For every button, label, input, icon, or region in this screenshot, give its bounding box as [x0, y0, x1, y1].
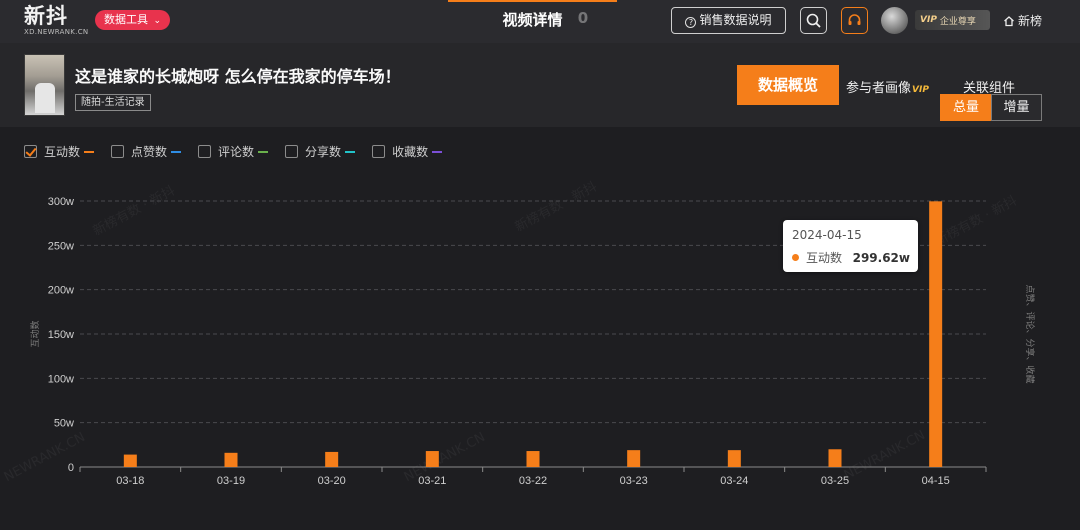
legend-line-swatch — [345, 150, 356, 153]
legend-item[interactable]: 点赞数 — [111, 143, 182, 160]
legend-label: 互动数 — [44, 145, 81, 159]
logo-domain: XD.NEWRANK.CN — [24, 28, 89, 36]
legend-item[interactable]: 分享数 — [285, 143, 356, 160]
y-tick-label: 300w — [48, 196, 74, 208]
y-tick-label: 50w — [54, 418, 74, 430]
search-button[interactable] — [800, 7, 827, 34]
headset-icon — [848, 14, 861, 25]
question-circle-icon: ? — [685, 17, 697, 28]
y2-axis-title: 点赞、评论、分享、收藏 — [1024, 284, 1036, 383]
legend-checkbox[interactable] — [372, 145, 386, 158]
bar — [727, 450, 741, 467]
video-thumbnail[interactable] — [24, 54, 65, 116]
x-tick-label: 03-23 — [620, 475, 648, 487]
top-bar: 新抖 XD.NEWRANK.CN 数据工具 ⌄ V 0 视频详情 ? 销售数据说明… — [0, 0, 1080, 43]
legend-item[interactable]: 收藏数 — [372, 143, 443, 160]
x-tick-label: 03-18 — [116, 475, 144, 487]
sales-data-explain-button[interactable]: ? 销售数据说明 — [671, 7, 786, 34]
chevron-down-icon: ⌄ — [153, 16, 162, 26]
page-title: 视频详情 — [448, 0, 617, 31]
tab-participant-persona[interactable]: 参与者画像VIP — [846, 77, 929, 96]
newrank-home-link[interactable]: 新榜 — [1003, 12, 1042, 29]
x-tick-label: 03-22 — [519, 475, 547, 487]
participant-persona-label: 参与者画像 — [846, 81, 912, 96]
tab-data-overview[interactable]: 数据概览 — [737, 65, 839, 105]
customer-support-button[interactable] — [841, 7, 868, 34]
chart-legend: 互动数 点赞数 评论数 分享数 收藏数 — [24, 143, 459, 160]
search-icon — [806, 13, 821, 28]
x-tick-label: 04-15 — [922, 475, 950, 487]
series-dot — [792, 254, 799, 261]
video-header: 这是谁家的长城炮呀 怎么停在我家的停车场！ 随拍-生活记录 数据概览 参与者画像… — [0, 43, 1080, 127]
legend-line-swatch — [171, 150, 182, 153]
logo[interactable]: 新抖 XD.NEWRANK.CN — [24, 4, 88, 36]
bar — [325, 451, 339, 467]
legend-line-swatch — [432, 150, 443, 153]
video-title: 这是谁家的长城炮呀 怎么停在我家的停车场！ — [75, 67, 401, 86]
x-tick-label: 03-21 — [418, 475, 446, 487]
user-avatar[interactable] — [881, 7, 908, 34]
logo-text: 新抖 — [24, 4, 68, 28]
x-tick-label: 03-19 — [217, 475, 245, 487]
chart-tooltip: 2024-04-15 互动数 299.62w — [783, 220, 918, 272]
vip-text: 企业尊享 — [939, 16, 976, 27]
x-tick-label: 03-25 — [821, 475, 849, 487]
y-tick-label: 150w — [48, 329, 74, 341]
vip-badge[interactable]: VIP 企业尊享 — [915, 10, 990, 30]
tooltip-series-label: 互动数 — [806, 251, 843, 265]
legend-label: 收藏数 — [392, 145, 429, 159]
home-label: 新榜 — [1018, 14, 1043, 28]
y-tick-label: 100w — [48, 373, 74, 385]
vip-mark: VIP — [912, 85, 929, 95]
legend-label: 分享数 — [305, 145, 342, 159]
legend-checkbox[interactable] — [198, 145, 212, 158]
data-tools-dropdown[interactable]: 数据工具 ⌄ — [95, 10, 171, 30]
toggle-increment[interactable]: 增量 — [991, 94, 1042, 121]
x-tick-label: 03-20 — [318, 475, 346, 487]
bar — [425, 451, 439, 467]
legend-checkbox[interactable] — [111, 145, 125, 158]
tooltip-date: 2024-04-15 — [792, 228, 862, 242]
bar — [627, 450, 641, 467]
bar — [828, 449, 842, 467]
vip-tag: VIP — [920, 15, 937, 25]
y-tick-label: 200w — [48, 285, 74, 297]
y-axis-title: 互动数 — [29, 320, 41, 347]
legend-line-swatch — [84, 150, 95, 153]
bar — [224, 452, 238, 467]
legend-label: 评论数 — [218, 145, 255, 159]
x-tick-label: 03-24 — [720, 475, 748, 487]
sales-data-explain-label: 销售数据说明 — [699, 13, 772, 27]
toggle-total[interactable]: 总量 — [940, 94, 992, 121]
legend-checkbox[interactable] — [285, 145, 299, 158]
y-tick-label: 0 — [68, 462, 74, 474]
legend-line-swatch — [258, 150, 269, 153]
y-tick-label: 250w — [48, 240, 74, 252]
legend-checkbox[interactable] — [24, 145, 37, 158]
legend-item[interactable]: 评论数 — [198, 143, 269, 160]
bar — [929, 201, 943, 468]
tooltip-value: 299.62w — [852, 250, 910, 265]
interaction-bar-chart[interactable]: 0 50w 100w 150w 200w 250w 300w 03-18 03-19 03-20 0… — [0, 170, 1080, 530]
bar — [526, 451, 540, 467]
home-icon — [1004, 15, 1014, 26]
data-tools-label: 数据工具 — [104, 13, 148, 26]
bar — [123, 454, 137, 467]
tooltip-row: 互动数 299.62w — [792, 249, 910, 266]
legend-label: 点赞数 — [131, 145, 168, 159]
video-category-tag: 随拍-生活记录 — [75, 94, 151, 111]
legend-item[interactable]: 互动数 — [24, 143, 95, 160]
